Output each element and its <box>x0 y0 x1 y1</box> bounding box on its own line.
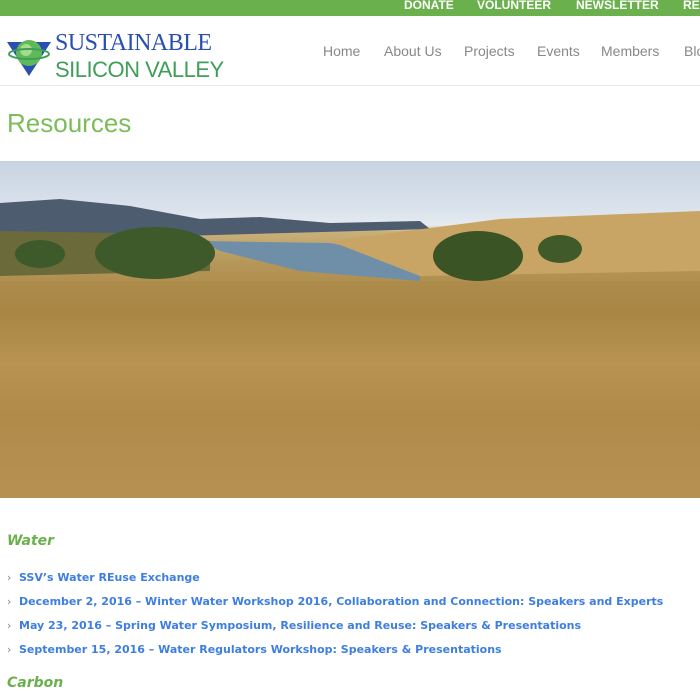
volunteer-link[interactable]: VOLUNTEER <box>477 0 551 12</box>
top-utility-bar: DONATE VOLUNTEER NEWSLETTER RE <box>0 0 700 16</box>
nav-home[interactable]: Home <box>323 43 360 59</box>
logo-line1: SUSTAINABLE <box>55 30 212 56</box>
chevron-right-icon: › <box>7 594 12 608</box>
nav-blog[interactable]: Blo <box>684 43 700 59</box>
nav-members[interactable]: Members <box>601 43 659 59</box>
resource-link[interactable]: September 15, 2016 – Water Regulators Wo… <box>19 643 502 656</box>
section-heading-carbon: Carbon <box>7 675 64 691</box>
nav-projects[interactable]: Projects <box>464 43 515 59</box>
globe-logo-icon <box>7 39 51 76</box>
list-item: › SSV’s Water REuse Exchange <box>7 565 663 589</box>
site-header: SUSTAINABLE SILICON VALLEY Home About Us… <box>0 16 700 86</box>
list-item: › December 2, 2016 – Winter Water Worksho… <box>7 589 663 613</box>
hero-landscape-image <box>0 161 700 498</box>
list-item: › May 23, 2016 – Spring Water Symposium, … <box>7 613 663 637</box>
resource-link[interactable]: May 23, 2016 – Spring Water Symposium, R… <box>19 619 581 632</box>
site-logo[interactable]: SUSTAINABLE SILICON VALLEY <box>7 30 224 83</box>
resource-link[interactable]: SSV’s Water REuse Exchange <box>19 571 200 584</box>
page-title: Resources <box>7 108 132 138</box>
list-item: › September 15, 2016 – Water Regulators W… <box>7 637 663 661</box>
chevron-right-icon: › <box>7 570 12 584</box>
nav-events[interactable]: Events <box>537 43 580 59</box>
chevron-right-icon: › <box>7 642 12 656</box>
newsletter-link[interactable]: NEWSLETTER <box>576 0 659 12</box>
donate-link[interactable]: DONATE <box>404 0 454 12</box>
section-heading-water: Water <box>7 533 55 549</box>
water-resources-list: › SSV’s Water REuse Exchange › December 2,… <box>7 565 663 661</box>
logo-line2: SILICON VALLEY <box>55 57 224 82</box>
chevron-right-icon: › <box>7 618 12 632</box>
resource-link[interactable]: December 2, 2016 – Winter Water Workshop… <box>19 595 663 608</box>
nav-about-us[interactable]: About Us <box>384 43 442 59</box>
resources-link[interactable]: RE <box>683 0 700 12</box>
